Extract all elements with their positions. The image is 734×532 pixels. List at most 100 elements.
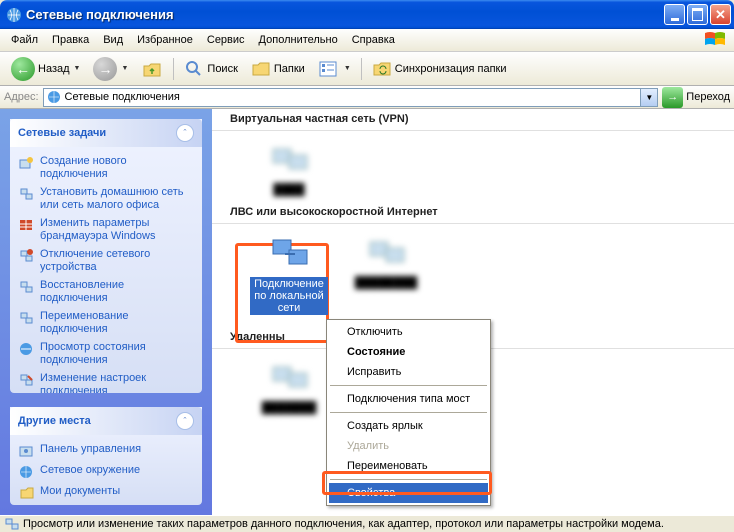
ctx-rename[interactable]: Переименовать bbox=[329, 456, 488, 476]
task-change-settings[interactable]: Изменение настроек подключения bbox=[18, 372, 194, 393]
task-new-connection[interactable]: Создание нового подключения bbox=[18, 155, 194, 181]
main-view: Виртуальная частная сеть (VPN) ████ ЛВС … bbox=[212, 109, 734, 515]
menu-tools[interactable]: Сервис bbox=[200, 31, 252, 49]
back-button[interactable]: ← Назад ▼ bbox=[6, 54, 85, 84]
place-label: Панель управления bbox=[40, 443, 141, 456]
address-text: Сетевые подключения bbox=[65, 91, 180, 103]
panel-other-places: Другие места ˆ Панель управления Сетевое… bbox=[10, 407, 202, 505]
close-button[interactable]: ✕ bbox=[710, 4, 731, 25]
task-home-network[interactable]: Установить домашнюю сеть или сеть малого… bbox=[18, 186, 194, 212]
ctx-properties[interactable]: Свойства bbox=[329, 483, 488, 503]
panel-header[interactable]: Сетевые задачи ˆ bbox=[10, 119, 202, 147]
search-icon bbox=[184, 59, 204, 79]
views-icon bbox=[318, 59, 340, 79]
ctx-repair[interactable]: Исправить bbox=[329, 362, 488, 382]
toolbar-separator bbox=[361, 58, 362, 80]
sync-folder-button[interactable]: Синхронизация папки bbox=[367, 56, 512, 82]
task-label: Переименование подключения bbox=[40, 310, 194, 336]
maximize-button[interactable] bbox=[687, 4, 708, 25]
task-label: Изменение настроек подключения bbox=[40, 372, 194, 393]
ctx-shortcut[interactable]: Создать ярлык bbox=[329, 416, 488, 436]
forward-button[interactable]: → ▼ bbox=[88, 54, 133, 84]
task-disable-device[interactable]: Отключение сетевого устройства bbox=[18, 248, 194, 274]
network-connections-icon bbox=[6, 7, 22, 23]
context-menu: Отключить Состояние Исправить Подключени… bbox=[326, 319, 491, 506]
task-rename[interactable]: Переименование подключения bbox=[18, 310, 194, 336]
windows-flag-icon bbox=[704, 31, 726, 49]
settings-icon bbox=[18, 372, 34, 388]
chevron-down-icon: ▼ bbox=[344, 65, 351, 72]
place-label: Мои документы bbox=[40, 485, 120, 498]
ctx-bridge[interactable]: Подключения типа мост bbox=[329, 389, 488, 409]
ctx-separator bbox=[330, 385, 487, 386]
panel-body: Панель управления Сетевое окружение Мои … bbox=[10, 435, 202, 505]
ctx-disconnect[interactable]: Отключить bbox=[329, 322, 488, 342]
menu-edit[interactable]: Правка bbox=[45, 31, 96, 49]
task-status[interactable]: Просмотр состояния подключения bbox=[18, 341, 194, 367]
status-icon bbox=[18, 341, 34, 357]
task-repair[interactable]: Восстановление подключения bbox=[18, 279, 194, 305]
new-connection-icon bbox=[18, 155, 34, 171]
menu-view[interactable]: Вид bbox=[96, 31, 130, 49]
panel-header[interactable]: Другие места ˆ bbox=[10, 407, 202, 435]
place-control-panel[interactable]: Панель управления bbox=[18, 443, 194, 459]
rename-icon bbox=[18, 310, 34, 326]
views-button[interactable]: ▼ bbox=[313, 56, 356, 82]
task-label: Просмотр состояния подключения bbox=[40, 341, 194, 367]
titlebar: Сетевые подключения ✕ bbox=[0, 0, 734, 29]
connection-item-lan[interactable]: Подключение по локальной сети bbox=[250, 234, 328, 315]
repair-icon bbox=[18, 279, 34, 295]
up-button[interactable] bbox=[136, 55, 168, 83]
section-header-lan: ЛВС или высокоскоростной Интернет bbox=[212, 202, 734, 221]
panel-title: Другие места bbox=[18, 415, 91, 427]
connection-item[interactable]: ████ bbox=[250, 141, 328, 196]
back-label: Назад bbox=[38, 63, 70, 75]
place-my-documents[interactable]: Мои документы bbox=[18, 485, 194, 501]
disable-icon bbox=[18, 248, 34, 264]
forward-icon: → bbox=[93, 57, 117, 81]
sync-label: Синхронизация папки bbox=[395, 63, 507, 75]
connection-icon bbox=[267, 141, 311, 181]
place-network-places[interactable]: Сетевое окружение bbox=[18, 464, 194, 480]
status-text: Просмотр или изменение таких параметров … bbox=[23, 518, 664, 530]
connection-item[interactable]: ███████ bbox=[250, 359, 328, 414]
address-dropdown[interactable]: ▼ bbox=[641, 88, 658, 107]
folders-icon bbox=[251, 59, 271, 79]
minimize-button[interactable] bbox=[664, 4, 685, 25]
documents-icon bbox=[18, 485, 34, 501]
ctx-status[interactable]: Состояние bbox=[329, 342, 488, 362]
task-label: Изменить параметры брандмауэра Windows bbox=[40, 217, 194, 243]
addressbar: Адрес: Сетевые подключения ▼ → Переход bbox=[0, 86, 734, 109]
folder-up-icon bbox=[141, 58, 163, 80]
task-firewall[interactable]: Изменить параметры брандмауэра Windows bbox=[18, 217, 194, 243]
connection-item[interactable]: ████████ bbox=[347, 234, 425, 289]
ctx-separator bbox=[330, 479, 487, 480]
chevron-down-icon: ▼ bbox=[74, 65, 81, 72]
chevron-down-icon: ▼ bbox=[121, 65, 128, 72]
menu-favorites[interactable]: Избранное bbox=[130, 31, 200, 49]
task-label: Отключение сетевого устройства bbox=[40, 248, 194, 274]
menu-advanced[interactable]: Дополнительно bbox=[252, 31, 345, 49]
folders-button[interactable]: Папки bbox=[246, 56, 310, 82]
address-input[interactable]: Сетевые подключения bbox=[43, 88, 642, 107]
firewall-icon bbox=[18, 217, 34, 233]
network-places-icon bbox=[18, 464, 34, 480]
go-label: Переход bbox=[686, 91, 730, 103]
search-button[interactable]: Поиск bbox=[179, 56, 242, 82]
collapse-icon: ˆ bbox=[176, 124, 194, 142]
task-label: Установить домашнюю сеть или сеть малого… bbox=[40, 186, 194, 212]
folders-label: Папки bbox=[274, 63, 305, 75]
connection-icon bbox=[267, 234, 311, 274]
statusbar: Просмотр или изменение таких параметров … bbox=[0, 515, 734, 532]
panel-body: Создание нового подключения Установить д… bbox=[10, 147, 202, 393]
connection-status-icon bbox=[4, 516, 20, 532]
panel-network-tasks: Сетевые задачи ˆ Создание нового подключ… bbox=[10, 119, 202, 393]
menubar: Файл Правка Вид Избранное Сервис Дополни… bbox=[0, 29, 734, 52]
menu-help[interactable]: Справка bbox=[345, 31, 402, 49]
section-header-vpn: Виртуальная частная сеть (VPN) bbox=[212, 109, 734, 128]
collapse-icon: ˆ bbox=[176, 412, 194, 430]
menu-file[interactable]: Файл bbox=[4, 31, 45, 49]
sync-icon bbox=[372, 59, 392, 79]
toolbar-separator bbox=[173, 58, 174, 80]
go-button[interactable]: → bbox=[662, 87, 683, 108]
